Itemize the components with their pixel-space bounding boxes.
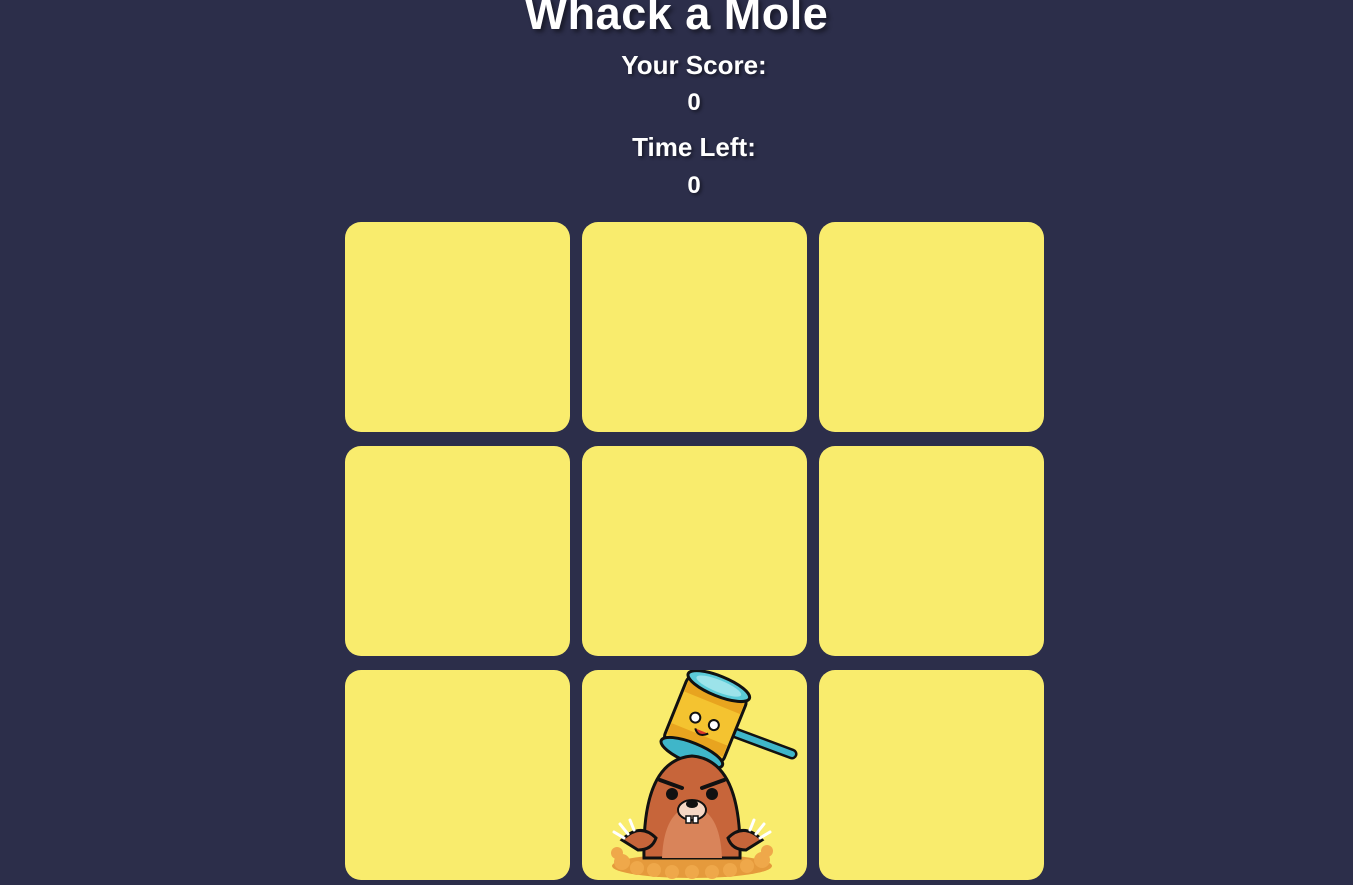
hole-3[interactable] <box>819 222 1044 432</box>
hole-1[interactable] <box>345 222 570 432</box>
mole-grid <box>345 222 1045 880</box>
score-value: 0 <box>687 89 701 116</box>
hole-5[interactable] <box>582 446 807 656</box>
hole-9[interactable] <box>819 670 1044 880</box>
time-left-value: 0 <box>687 172 701 199</box>
game-title: Whack a Mole <box>524 0 829 39</box>
hole-8[interactable] <box>582 670 807 880</box>
hole-6[interactable] <box>819 446 1044 656</box>
mole-with-hammer[interactable] <box>592 670 807 880</box>
score-label: Your Score: <box>621 50 767 80</box>
hole-2[interactable] <box>582 222 807 432</box>
time-left-label: Time Left: <box>632 132 756 162</box>
hole-4[interactable] <box>345 446 570 656</box>
mole-icon <box>612 754 772 860</box>
hole-7[interactable] <box>345 670 570 880</box>
